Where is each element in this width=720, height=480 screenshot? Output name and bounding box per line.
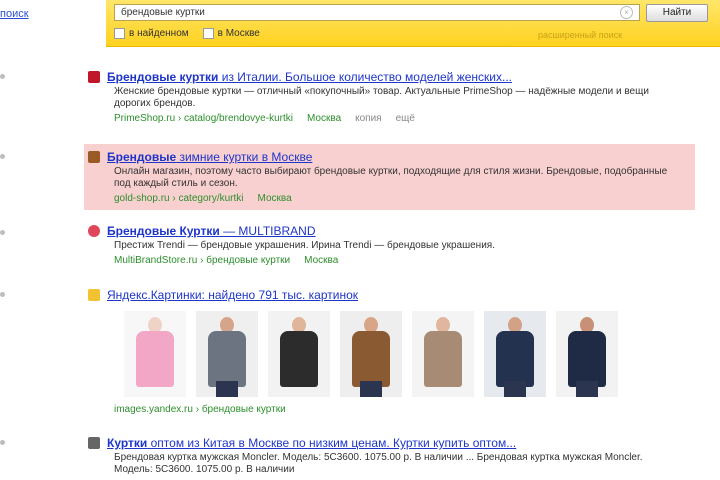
result-url[interactable]: PrimeShop.ru › catalog/brendovye-kurtki bbox=[114, 113, 293, 124]
result-title-link[interactable]: Яндекс.Картинки: найдено 791 тыс. картин… bbox=[107, 288, 358, 302]
image-thumbnail[interactable] bbox=[196, 311, 258, 397]
image-thumbnails bbox=[124, 311, 618, 397]
result-region[interactable]: Москва bbox=[307, 113, 341, 124]
result-region[interactable]: Москва bbox=[258, 193, 292, 204]
image-thumbnail[interactable] bbox=[556, 311, 618, 397]
result-url[interactable]: images.yandex.ru › брендовые куртки bbox=[114, 404, 286, 415]
result-title-link[interactable]: Брендовые Куртки — MULTIBRAND bbox=[107, 224, 316, 238]
image-thumbnail[interactable] bbox=[340, 311, 402, 397]
result-bullet bbox=[0, 230, 5, 235]
left-nav-link[interactable]: поиск bbox=[0, 8, 29, 20]
result-bullet bbox=[0, 440, 5, 445]
image-thumbnail[interactable] bbox=[412, 311, 474, 397]
result-url[interactable]: gold-shop.ru › category/kurtki bbox=[114, 193, 244, 204]
images-result-url: images.yandex.ru › брендовые куртки bbox=[88, 404, 688, 415]
result-bullet bbox=[0, 154, 5, 159]
filter-label: в Москве bbox=[217, 28, 260, 39]
result-title-link[interactable]: Брендовые куртки из Италии. Большое коли… bbox=[107, 70, 512, 84]
heart-icon bbox=[88, 225, 100, 237]
clear-icon[interactable]: × bbox=[620, 6, 633, 19]
favicon-icon bbox=[88, 151, 100, 163]
image-thumbnail[interactable] bbox=[124, 311, 186, 397]
favicon-icon bbox=[88, 71, 100, 83]
result-region[interactable]: Москва bbox=[304, 255, 338, 266]
search-button[interactable]: Найти bbox=[646, 4, 708, 22]
result-snippet: Женские брендовые куртки — отличный «пок… bbox=[114, 86, 649, 109]
filter-moscow[interactable]: в Москве bbox=[202, 28, 260, 39]
result-bullet bbox=[0, 292, 5, 297]
result-snippet: Брендовая куртка мужская Moncler. Модель… bbox=[114, 452, 643, 475]
result-title-link[interactable]: Куртки оптом из Китая в Москве по низким… bbox=[107, 436, 516, 450]
filter-label: в найденном bbox=[129, 28, 189, 39]
image-thumbnail[interactable] bbox=[268, 311, 330, 397]
search-result: Брендовые куртки из Италии. Большое коли… bbox=[88, 70, 688, 124]
images-result: Яндекс.Картинки: найдено 791 тыс. картин… bbox=[88, 288, 688, 302]
advanced-search-link[interactable]: расширенный поиск bbox=[538, 30, 622, 40]
result-snippet: Онлайн магазин, поэтому часто выбирают б… bbox=[114, 166, 668, 189]
search-result: Брендовые Куртки — MULTIBRAND Престиж Tr… bbox=[88, 224, 688, 266]
result-url[interactable]: MultiBrandStore.ru › брендовые куртки bbox=[114, 255, 290, 266]
yandex-images-icon bbox=[88, 289, 100, 301]
result-copy-link[interactable]: копия bbox=[355, 113, 381, 124]
checkbox-icon[interactable] bbox=[202, 28, 214, 39]
result-more-link[interactable]: ещё bbox=[396, 113, 415, 124]
search-result-highlighted: Брендовые зимние куртки в Москве Онлайн … bbox=[84, 144, 695, 210]
search-input[interactable]: брендовые куртки bbox=[114, 4, 640, 21]
search-bar: брендовые куртки × Найти в найденном в М… bbox=[106, 0, 720, 47]
result-snippet: Престиж Trendi — брендовые украшения. Ир… bbox=[114, 240, 495, 251]
checkbox-icon[interactable] bbox=[114, 28, 125, 39]
result-bullet bbox=[0, 74, 5, 79]
favicon-icon bbox=[88, 437, 100, 449]
result-title-link[interactable]: Брендовые зимние куртки в Москве bbox=[107, 150, 312, 164]
image-thumbnail[interactable] bbox=[484, 311, 546, 397]
search-result: Куртки оптом из Китая в Москве по низким… bbox=[88, 436, 688, 476]
filter-in-found[interactable]: в найденном bbox=[114, 28, 189, 39]
